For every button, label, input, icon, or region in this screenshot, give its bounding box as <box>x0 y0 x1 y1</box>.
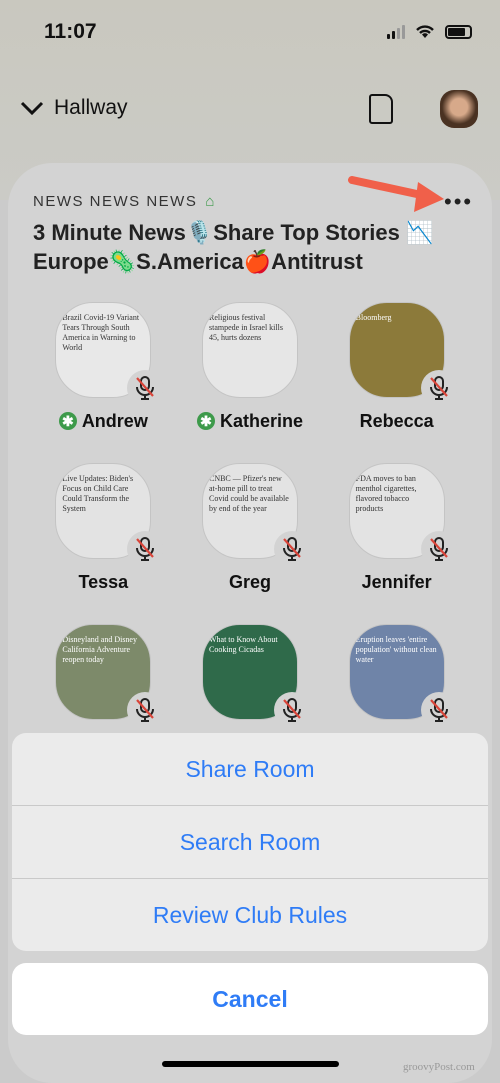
mic-muted-icon <box>127 531 164 567</box>
speaker-name: Greg <box>229 571 271 593</box>
action-sheet: Share Room Search Room Review Club Rules <box>12 733 488 951</box>
speaker-avatar[interactable]: Disneyland and Disney California Adventu… <box>55 624 164 728</box>
speaker-tile[interactable]: CNBC — Pfizer's new at-home pill to trea… <box>177 463 324 593</box>
hallway-label: Hallway <box>54 96 128 119</box>
speaker-tile[interactable]: Brazil Covid-19 Variant Tears Through So… <box>30 302 177 432</box>
speaker-grid: Brazil Covid-19 Variant Tears Through So… <box>30 302 470 728</box>
avatar-thumbnail: Religious festival stampede in Israel ki… <box>201 302 298 398</box>
speaker-avatar[interactable]: Eruption leaves 'entire population' with… <box>348 624 457 728</box>
share-room-option[interactable]: Share Room <box>12 733 488 806</box>
more-options-button[interactable]: ••• <box>444 191 473 213</box>
speaker-avatar[interactable]: What to Know About Cooking Cicadas <box>201 624 310 728</box>
speaker-name-label: Tessa <box>78 571 129 592</box>
annotation-arrow-icon <box>348 176 444 212</box>
review-club-rules-option[interactable]: Review Club Rules <box>12 879 488 951</box>
speaker-name-label: Jennifer <box>361 571 432 592</box>
status-time: 11:07 <box>44 20 97 43</box>
speaker-avatar[interactable]: Religious festival stampede in Israel ki… <box>201 302 298 398</box>
document-icon[interactable] <box>369 94 393 124</box>
cancel-button[interactable]: Cancel <box>12 963 488 1035</box>
mic-muted-icon <box>273 531 310 567</box>
speaker-tile[interactable]: Religious festival stampede in Israel ki… <box>177 302 324 432</box>
mic-muted-icon <box>273 692 310 728</box>
speaker-name: Rebecca <box>360 410 434 432</box>
speaker-tile[interactable]: FDA moves to ban menthol cigarettes, fla… <box>323 463 470 593</box>
chevron-down-icon <box>20 101 44 115</box>
moderator-icon: ✱ <box>58 412 77 430</box>
speaker-name-label: Greg <box>228 571 271 592</box>
speaker-tile[interactable]: What to Know About Cooking Cicadas <box>177 624 324 728</box>
speaker-name-label: Rebecca <box>359 410 434 431</box>
speaker-tile[interactable]: Live Updates: Biden's Focus on Child Car… <box>30 463 177 593</box>
hallway-button[interactable]: Hallway <box>20 96 128 120</box>
status-icons <box>387 24 472 39</box>
mic-muted-icon <box>420 531 457 567</box>
speaker-name: ✱ Katherine <box>196 410 303 432</box>
mic-muted-icon <box>420 692 457 728</box>
club-name[interactable]: NEWS NEWS NEWS ⌂ <box>33 193 216 210</box>
mic-muted-icon <box>127 370 164 406</box>
speaker-tile[interactable]: Bloomberg Rebecca <box>323 302 470 432</box>
speaker-tile[interactable]: Eruption leaves 'entire population' with… <box>323 624 470 728</box>
speaker-name-label: Andrew <box>81 410 148 431</box>
watermark: groovyPost.com <box>403 1061 475 1073</box>
mic-muted-icon <box>420 370 457 406</box>
profile-avatar[interactable] <box>440 90 478 128</box>
speaker-name: Tessa <box>78 571 128 593</box>
speaker-name: Jennifer <box>362 571 432 593</box>
signal-icon <box>387 24 405 39</box>
wifi-icon <box>416 25 434 38</box>
search-room-option[interactable]: Search Room <box>12 806 488 879</box>
speaker-avatar[interactable]: Bloomberg <box>348 302 457 406</box>
speaker-name: ✱ Andrew <box>58 410 148 432</box>
speaker-avatar[interactable]: FDA moves to ban menthol cigarettes, fla… <box>348 463 457 567</box>
speaker-avatar[interactable]: Brazil Covid-19 Variant Tears Through So… <box>55 302 164 406</box>
home-indicator[interactable] <box>162 1061 339 1067</box>
room-title: 3 Minute News🎙️Share Top Stories 📉Europe… <box>33 220 434 274</box>
speaker-name-label: Katherine <box>219 410 303 431</box>
house-icon: ⌂ <box>205 193 216 210</box>
speaker-tile[interactable]: Disneyland and Disney California Adventu… <box>30 624 177 728</box>
speaker-avatar[interactable]: Live Updates: Biden's Focus on Child Car… <box>55 463 164 567</box>
battery-icon <box>445 24 472 39</box>
moderator-icon: ✱ <box>196 412 215 430</box>
speaker-avatar[interactable]: CNBC — Pfizer's new at-home pill to trea… <box>201 463 310 567</box>
club-label: NEWS NEWS NEWS <box>33 193 198 210</box>
